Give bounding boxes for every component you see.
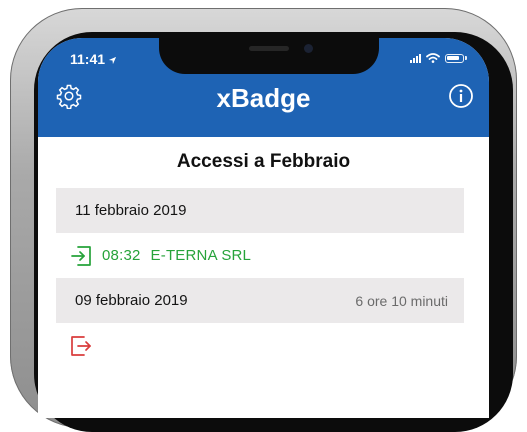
entry-time: 08:32	[102, 247, 141, 264]
day-header: 11 febbraio 2019	[56, 188, 464, 233]
day-header: 09 febbraio 2019 6 ore 10 minuti	[56, 278, 464, 323]
status-time-text: 11:41	[70, 51, 106, 67]
month-title: Accessi a Febbraio	[176, 151, 351, 172]
battery-icon	[445, 53, 464, 63]
logout-arrow-icon	[71, 335, 91, 356]
notch-camera	[304, 44, 313, 53]
login-arrow-icon	[71, 245, 91, 266]
notch-speaker	[249, 46, 289, 51]
access-entry-row[interactable]: 08:32 E-TERNA SRL	[56, 233, 464, 278]
wifi-icon	[426, 53, 440, 63]
access-list: 11 febbraio 2019 08:32 E-TERNA SRL 09 fe…	[56, 188, 464, 368]
cellular-signal-icon	[410, 53, 421, 63]
location-arrow-icon	[108, 56, 117, 65]
status-indicators	[410, 51, 467, 65]
entry-company: E-TERNA SRL	[150, 247, 252, 264]
day-date: 09 febbraio 2019	[75, 292, 188, 309]
app-title: xBadge	[216, 83, 311, 113]
phone-notch	[159, 38, 379, 74]
day-total: 6 ore 10 minuti	[355, 292, 448, 309]
day-date: 11 febbraio 2019	[75, 202, 187, 219]
phone-screen: 11:41 xBadge Accessi a Febbraio 11 febbr…	[38, 38, 489, 418]
info-icon	[449, 84, 473, 108]
exit-entry-row[interactable]	[56, 323, 464, 368]
battery-tip	[465, 56, 467, 60]
info-button[interactable]	[447, 82, 475, 110]
app-header: 11:41 xBadge	[38, 38, 489, 137]
status-time: 11:41	[70, 51, 117, 67]
